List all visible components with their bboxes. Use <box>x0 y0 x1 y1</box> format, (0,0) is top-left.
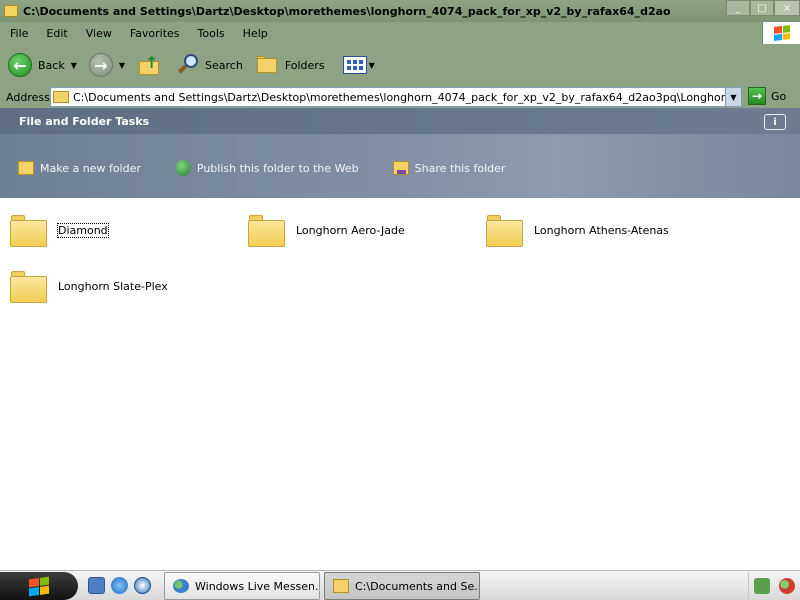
folder-view[interactable]: Diamond Longhorn Aero-Jade Longhorn Athe… <box>0 198 800 570</box>
menu-favorites[interactable]: Favorites <box>121 27 189 40</box>
folders-label: Folders <box>284 58 325 72</box>
folder-icon <box>4 5 18 17</box>
forward-arrow-icon: → <box>88 53 113 77</box>
folder-icon <box>10 213 48 247</box>
windows-flag-icon <box>773 25 790 41</box>
task-share-folder[interactable]: Share this folder <box>392 160 506 176</box>
title-bar[interactable]: C:\Documents and Settings\Dartz\Desktop\… <box>0 0 800 22</box>
internet-explorer-icon[interactable] <box>111 577 128 594</box>
taskbar: Windows Live Messen... C:\Documents and … <box>0 570 800 600</box>
task-pane-collapse-button[interactable]: i <box>764 114 786 130</box>
task-pane: File and Folder Tasks i Make a new folde… <box>0 108 800 198</box>
messenger-icon <box>173 579 189 593</box>
explorer-window: C:\Documents and Settings\Dartz\Desktop\… <box>0 0 800 570</box>
go-label: Go <box>771 89 787 103</box>
folder-up-icon: ↑ <box>139 53 161 75</box>
menu-edit[interactable]: Edit <box>37 27 76 40</box>
back-button[interactable]: ← Back ▼ <box>8 53 77 77</box>
folder-icon <box>486 213 524 247</box>
views-button[interactable]: ▼ <box>342 56 375 74</box>
list-item[interactable]: Longhorn Slate-Plex <box>10 266 168 306</box>
list-item[interactable]: Diamond <box>10 210 109 250</box>
address-value[interactable]: C:\Documents and Settings\Dartz\Desktop\… <box>73 91 741 104</box>
go-arrow-icon: → <box>748 87 766 105</box>
share-icon <box>392 161 409 175</box>
taskbar-task-explorer[interactable]: C:\Documents and Se... <box>324 572 480 600</box>
folder-name[interactable]: Longhorn Aero-Jade <box>296 224 405 237</box>
address-dropdown-icon[interactable]: ▼ <box>725 88 741 106</box>
folder-name[interactable]: Diamond <box>57 222 109 238</box>
system-tray <box>748 572 800 600</box>
menu-file[interactable]: File <box>0 27 37 40</box>
task-publish-folder[interactable]: Publish this folder to the Web <box>174 160 359 176</box>
views-dropdown-icon[interactable]: ▼ <box>369 61 375 70</box>
address-input[interactable]: C:\Documents and Settings\Dartz\Desktop\… <box>50 87 742 107</box>
taskbar-task-label: Windows Live Messen... <box>195 579 320 593</box>
folders-icon <box>256 56 279 74</box>
show-desktop-icon[interactable] <box>88 577 105 594</box>
search-button[interactable]: Search <box>177 54 243 76</box>
task-make-new-folder[interactable]: Make a new folder <box>18 160 141 176</box>
media-player-icon[interactable] <box>134 577 151 594</box>
list-item[interactable]: Longhorn Aero-Jade <box>248 210 405 250</box>
menu-bar: File Edit View Favorites Tools Help <box>0 22 800 44</box>
window-title: C:\Documents and Settings\Dartz\Desktop\… <box>23 4 671 18</box>
menu-view[interactable]: View <box>77 27 121 40</box>
minimize-button[interactable]: _ <box>726 0 750 16</box>
folder-name[interactable]: Longhorn Slate-Plex <box>58 280 168 293</box>
folder-icon <box>10 269 48 303</box>
windows-logo <box>762 22 800 44</box>
taskbar-task-messenger[interactable]: Windows Live Messen... <box>164 572 320 600</box>
up-button[interactable]: ↑ <box>139 53 161 75</box>
list-item[interactable]: Longhorn Athens-Atenas <box>486 210 669 250</box>
quick-launch <box>88 577 157 594</box>
maximize-button[interactable]: □ <box>750 0 774 16</box>
views-icon <box>342 56 367 74</box>
messenger-status-icon[interactable] <box>779 578 796 594</box>
folder-icon <box>53 91 69 103</box>
back-label: Back <box>38 58 65 72</box>
close-button[interactable]: × <box>774 0 800 16</box>
globe-icon <box>174 160 191 176</box>
forward-dropdown-icon[interactable]: ▼ <box>119 61 125 70</box>
folder-name[interactable]: Longhorn Athens-Atenas <box>534 224 669 237</box>
new-folder-icon <box>18 161 34 175</box>
forward-button[interactable]: → ▼ <box>88 53 125 77</box>
task-label: Make a new folder <box>40 161 141 175</box>
go-button[interactable]: → Go <box>748 87 786 105</box>
task-pane-title: File and Folder Tasks <box>19 114 150 128</box>
folder-icon <box>248 213 286 247</box>
folders-button[interactable]: Folders <box>256 56 325 74</box>
search-icon <box>177 54 199 76</box>
menu-tools[interactable]: Tools <box>189 27 234 40</box>
address-label: Address <box>6 90 50 104</box>
taskbar-task-label: C:\Documents and Se... <box>355 579 480 593</box>
safely-remove-hardware-icon[interactable] <box>753 578 770 594</box>
task-label: Share this folder <box>414 161 506 175</box>
caption-buttons: _ □ × <box>726 0 800 18</box>
back-arrow-icon: ← <box>8 53 32 77</box>
folder-icon <box>333 579 349 593</box>
task-label: Publish this folder to the Web <box>196 161 359 175</box>
search-label: Search <box>205 58 243 72</box>
toolbar: ← Back ▼ → ▼ ↑ Search Folders ▼ <box>0 44 800 86</box>
start-button[interactable] <box>0 572 78 600</box>
address-bar: Address C:\Documents and Settings\Dartz\… <box>0 86 800 108</box>
menu-help[interactable]: Help <box>234 27 277 40</box>
windows-flag-icon <box>29 576 49 596</box>
task-list: Make a new folder Publish this folder to… <box>0 160 539 176</box>
back-dropdown-icon[interactable]: ▼ <box>71 61 77 70</box>
task-pane-header[interactable]: File and Folder Tasks <box>0 108 800 134</box>
